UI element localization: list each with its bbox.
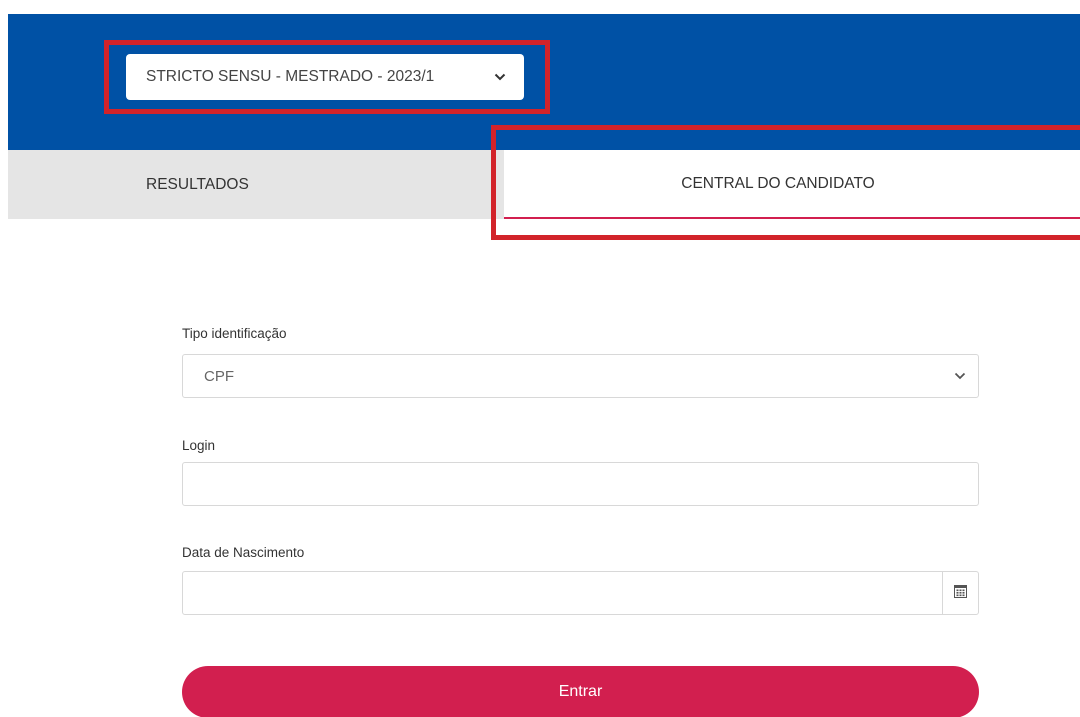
process-select[interactable]: STRICTO SENSU - MESTRADO - 2023/1 <box>126 54 524 100</box>
login-field-box <box>182 462 979 506</box>
id-type-label: Tipo identificação <box>182 326 287 341</box>
calendar-icon <box>954 584 967 603</box>
process-select-value: STRICTO SENSU - MESTRADO - 2023/1 <box>146 68 435 85</box>
birth-date-input[interactable] <box>183 572 942 614</box>
entrar-button[interactable]: Entrar <box>182 666 979 717</box>
login-input[interactable] <box>183 463 978 505</box>
birth-date-label: Data de Nascimento <box>182 545 305 560</box>
birth-date-field-box <box>182 571 979 615</box>
tab-resultados[interactable]: RESULTADOS <box>8 150 504 219</box>
page: STRICTO SENSU - MESTRADO - 2023/1 RESULT… <box>0 0 1080 717</box>
tab-bar: RESULTADOS CENTRAL DO CANDIDATO <box>8 150 1080 219</box>
id-type-select[interactable]: CPF <box>182 354 979 398</box>
login-label: Login <box>182 438 216 453</box>
date-picker-button[interactable] <box>942 572 978 614</box>
tab-central-do-candidato-label: CENTRAL DO CANDIDATO <box>681 174 875 192</box>
chevron-down-icon <box>494 73 506 81</box>
id-type-select-value: CPF <box>204 367 234 385</box>
tab-resultados-label: RESULTADOS <box>146 175 249 193</box>
tab-central-do-candidato[interactable]: CENTRAL DO CANDIDATO <box>504 150 1080 219</box>
chevron-down-icon <box>954 372 966 380</box>
